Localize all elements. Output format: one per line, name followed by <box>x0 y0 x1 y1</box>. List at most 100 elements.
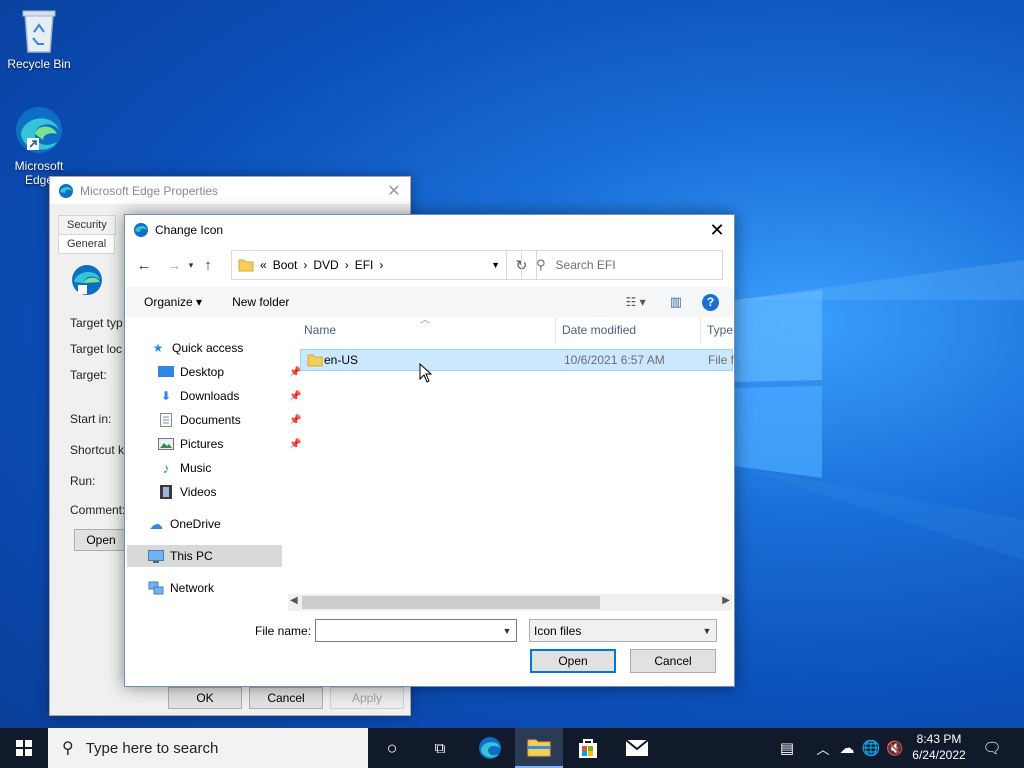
sidebar-item-music[interactable]: ♪ Music <box>158 457 212 479</box>
edge-properties-icon <box>72 265 102 295</box>
breadcrumb-sep-1[interactable]: › <box>303 258 307 272</box>
breadcrumb-overflow[interactable]: « <box>260 258 267 272</box>
sidebar-item-network[interactable]: Network <box>148 577 214 599</box>
cloud-icon: ☁ <box>149 515 163 532</box>
sidebar-item-desktop[interactable]: Desktop 📌 <box>158 361 301 383</box>
dialog-titlebar[interactable]: Change Icon ✕ <box>125 215 734 245</box>
taskbar-search-box[interactable]: ⚲ Type here to search <box>48 728 368 768</box>
show-hidden-icons-chevron[interactable]: ︿ <box>814 728 832 768</box>
breadcrumb-sep-3[interactable]: › <box>379 258 383 272</box>
label-start-in: Start in: <box>70 412 112 426</box>
address-dropdown-icon[interactable]: ▼ <box>491 260 500 270</box>
start-button[interactable] <box>0 728 48 768</box>
file-row-en-us[interactable]: en-US 10/6/2021 6:57 AM File fo <box>300 349 735 371</box>
volume-muted-icon[interactable]: 🔇 <box>884 728 906 768</box>
horizontal-scrollbar[interactable]: ◀ ▶ <box>288 594 732 611</box>
network-label: Network <box>170 581 215 595</box>
up-arrow-icon[interactable]: ↑ <box>197 257 219 274</box>
chevron-down-icon[interactable]: ▼ <box>498 626 516 636</box>
mail-envelope-icon <box>625 739 649 756</box>
properties-titlebar[interactable]: Microsoft Edge Properties ✕ <box>50 177 410 204</box>
search-icon: ⚲ <box>62 740 74 757</box>
address-bar[interactable]: « Boot › DVD › EFI › ▼ <box>231 250 507 280</box>
edge-small-icon <box>59 183 73 198</box>
pin-icon: 📌 <box>289 390 302 402</box>
file-name-label: File name: <box>255 624 312 638</box>
task-view-icon[interactable]: ⧉ <box>416 728 464 768</box>
chevron-down-icon[interactable]: ▼ <box>698 626 716 636</box>
ok-button[interactable]: OK <box>168 687 242 709</box>
file-type-value: Icon files <box>534 623 582 638</box>
breadcrumb-dvd[interactable]: DVD <box>313 258 338 272</box>
star-icon: ★ <box>152 341 164 355</box>
help-icon[interactable]: ? <box>702 293 719 311</box>
label-shortcut-key: Shortcut k <box>70 443 125 457</box>
preview-pane-icon[interactable]: ▥ <box>670 294 682 310</box>
music-note-icon: ♪ <box>162 460 170 476</box>
desktop-icon-recycle-bin[interactable]: Recycle Bin <box>1 8 77 71</box>
network-icon <box>148 581 164 595</box>
taskbar-edge-icon[interactable] <box>466 728 514 768</box>
pictures-label: Pictures <box>180 437 224 451</box>
onedrive-cloud-icon[interactable]: ☁ <box>836 728 858 768</box>
back-arrow-icon[interactable]: ← <box>133 257 155 274</box>
breadcrumb-efi[interactable]: EFI <box>355 258 374 272</box>
clock-date: 6/24/2022 <box>912 748 966 762</box>
properties-close-button[interactable]: ✕ <box>378 181 410 201</box>
dialog-close-button[interactable]: ✕ <box>700 220 734 241</box>
news-widget-icon[interactable]: ▤ <box>772 728 802 768</box>
breadcrumb-sep-2[interactable]: › <box>345 258 349 272</box>
search-box[interactable]: ⚲ Search EFI <box>521 250 723 280</box>
organize-label: Organize <box>144 295 193 309</box>
column-date-modified[interactable]: Date modified <box>556 317 701 343</box>
open-file-location-button[interactable]: Open <box>74 529 128 551</box>
apply-button[interactable]: Apply <box>330 687 404 709</box>
edge-label-line1: Microsoft <box>14 159 64 173</box>
properties-cancel-button[interactable]: Cancel <box>249 687 323 709</box>
view-options-icon[interactable]: ☷ ▾ <box>626 295 646 309</box>
taskbar-clock[interactable]: 8:43 PM 6/24/2022 <box>905 731 973 763</box>
file-type: File fo <box>708 353 735 367</box>
sidebar-item-this-pc[interactable]: This PC <box>127 545 282 567</box>
pin-icon: 📌 <box>289 438 302 450</box>
dialog-title: Change Icon <box>155 223 224 237</box>
label-comment: Comment: <box>70 503 126 517</box>
properties-title: Microsoft Edge Properties <box>80 183 219 198</box>
column-name[interactable]: Name <box>298 317 556 343</box>
film-icon <box>158 485 174 499</box>
document-icon <box>158 413 174 427</box>
tab-security[interactable]: Security <box>58 215 116 235</box>
file-type-select[interactable]: Icon files ▼ <box>529 619 717 642</box>
music-label: Music <box>180 461 212 475</box>
edge-icon <box>16 107 62 153</box>
sidebar-item-downloads[interactable]: ⬇ Downloads 📌 <box>158 385 301 407</box>
sidebar-item-videos[interactable]: Videos <box>158 481 216 503</box>
breadcrumb-boot[interactable]: Boot <box>273 258 298 272</box>
sidebar-item-quick-access[interactable]: ★ Quick access <box>150 337 244 359</box>
sidebar-item-documents[interactable]: Documents 📌 <box>158 409 301 431</box>
action-center-icon[interactable]: 🗨 <box>978 728 1006 768</box>
tab-general[interactable]: General <box>58 234 116 254</box>
folder-icon <box>527 739 551 757</box>
network-globe-icon[interactable]: 🌐 <box>860 728 882 768</box>
scrollbar-thumb[interactable] <box>302 596 600 609</box>
scroll-left-icon[interactable]: ◀ <box>290 595 298 606</box>
taskbar-search-placeholder: Type here to search <box>85 739 219 757</box>
taskbar-file-explorer-icon[interactable] <box>515 728 563 768</box>
open-button[interactable]: Open <box>530 649 616 673</box>
cortana-circle-icon[interactable]: ○ <box>368 728 416 768</box>
organize-button[interactable]: Organize ▾ <box>144 295 202 309</box>
recent-locations-chevron-icon[interactable]: ▾ <box>185 260 197 271</box>
cancel-button[interactable]: Cancel <box>630 649 716 673</box>
desktop-icon-edge[interactable]: Microsoft Edge <box>1 104 77 187</box>
taskbar-store-icon[interactable] <box>564 728 612 768</box>
new-folder-button[interactable]: New folder <box>232 295 289 309</box>
scroll-right-icon[interactable]: ▶ <box>722 595 730 606</box>
taskbar-mail-icon[interactable] <box>613 728 661 768</box>
sidebar-item-onedrive[interactable]: ☁ OneDrive <box>148 513 221 535</box>
column-type[interactable]: Type <box>701 317 741 343</box>
sidebar-item-pictures[interactable]: Pictures 📌 <box>158 433 301 455</box>
forward-arrow-icon[interactable]: → <box>163 257 185 274</box>
file-name-input[interactable]: ▼ <box>315 619 517 642</box>
videos-label: Videos <box>180 485 217 499</box>
